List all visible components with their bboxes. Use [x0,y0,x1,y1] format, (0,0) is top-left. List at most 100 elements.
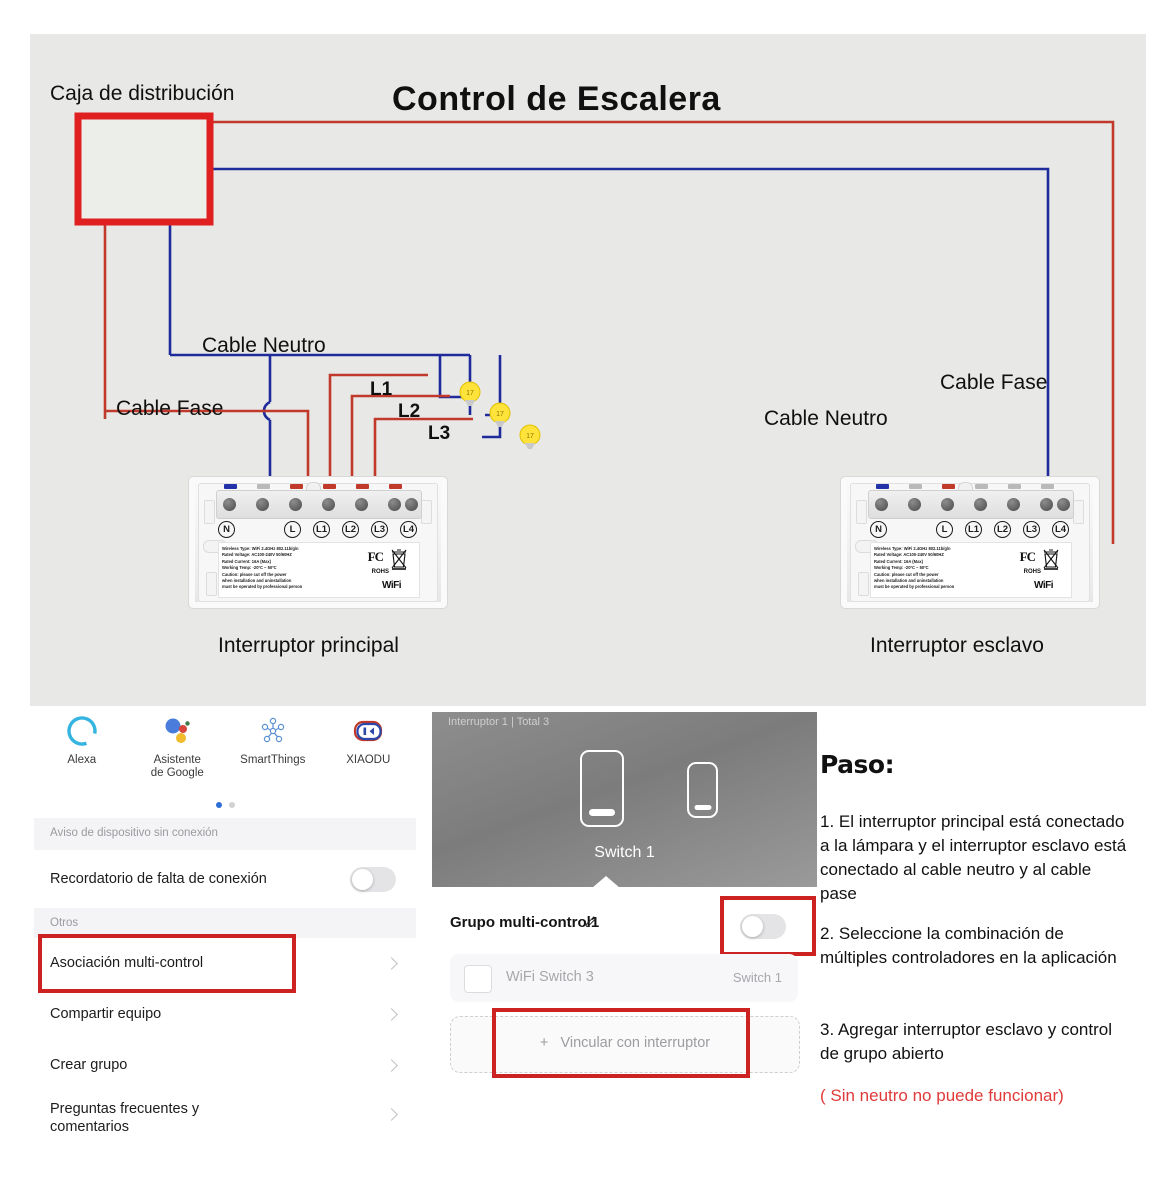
terminal-bar [216,484,422,519]
terminal-screw-3 [289,498,302,511]
wire-entry-l [942,484,955,489]
app-settings-panel: Alexa Asistente de Google SmartThings XI… [34,706,417,1143]
google-assistant-icon [160,714,194,748]
label-neutral-left: Cable Neutro [202,334,326,357]
wire-entry-blank1 [257,484,270,489]
section-header-label: Otros [50,917,79,929]
carousel-dots[interactable] [34,802,416,808]
switch-glyph-large[interactable] [580,750,624,827]
terminal-label-l: L [284,521,301,538]
step-1: 1. El interruptor principal está conecta… [820,812,1127,903]
label-phase-right: Cable Fase [940,371,1048,394]
edit-pencil-icon[interactable] [585,915,598,928]
multi-control-group-panel: Interruptor 1 | Total 3 Switch 1 Grupo m… [432,706,817,1140]
lamp-bulb-2: 17 [489,402,511,427]
lamp-label-2: L2 [398,401,421,422]
terminal-screw-6 [388,498,401,511]
integration-smartthings[interactable]: SmartThings [225,714,321,800]
wire-entry-l2 [1008,484,1021,489]
offline-reminder-toggle[interactable] [350,867,396,892]
step-2: 2. Seleccione la combinación de múltiple… [820,924,1117,967]
chevron-right-icon [385,1059,398,1072]
section-header-label: Aviso de dispositivo sin conexión [50,827,218,839]
lamp-label-3: L3 [428,423,451,444]
terminal-label-n: N [870,521,887,538]
svg-text:17: 17 [466,390,474,397]
chevron-right-icon [385,1108,398,1121]
terminal-label-l1: L1 [313,521,330,538]
terminal-screw-3 [941,498,954,511]
rohs-mark-icon: ROHS [371,569,389,575]
terminal-screw-2 [256,498,269,511]
device-thumbnail-icon [464,965,492,993]
hero-notch [592,876,620,888]
wire-entry-l3 [389,484,402,489]
integration-label: Alexa [67,754,97,766]
smartthings-icon [256,714,290,748]
integration-label: Asistente de Google [150,754,204,779]
menu-item-faq-feedback[interactable]: Preguntas frecuentes y comentarios [34,1091,416,1143]
row-offline-reminder[interactable]: Recordatorio de falta de conexión [34,850,416,909]
wifi-mark-icon: WiFi [381,580,402,591]
step-3: 3. Agregar interruptor esclavo y control… [820,1020,1112,1063]
integration-xiaodu[interactable]: XIAODU [321,714,417,800]
menu-item-create-group[interactable]: Crear grupo [34,1040,416,1092]
linked-device-card[interactable]: WiFi Switch 3 Switch 1 [450,954,798,1002]
terminal-screw-4 [974,498,987,511]
wire-entry-l3 [1041,484,1054,489]
highlight-box-multi-control [38,934,296,993]
terminal-screw-2 [908,498,921,511]
terminal-screw-4 [322,498,335,511]
rohs-mark-icon: ROHS [1023,569,1041,575]
terminal-screw-1 [875,498,888,511]
terminal-screw-7 [405,498,418,511]
lamp-bulb-1: 17 [459,381,481,406]
row-label: Crear grupo [50,1057,128,1073]
linked-device-name: WiFi Switch 3 [506,969,594,985]
wire-entry-l1 [323,484,336,489]
weee-bin-icon [1043,549,1059,570]
wifi-mark-icon: WiFi [1033,580,1054,591]
menu-item-share-device[interactable]: Compartir equipo [34,989,416,1041]
label-phase-left: Cable Fase [116,397,224,420]
highlight-box-group-toggle [720,896,816,956]
row-label: Compartir equipo [50,1006,162,1022]
terminal-label-l2: L2 [994,521,1011,538]
row-label: Preguntas frecuentes y comentarios [50,1101,200,1135]
mount-tab-left [204,500,215,524]
group-title: Grupo multi-control1 [450,914,600,931]
weee-bin-icon [391,549,407,570]
spec-text: Wireless Type: WiFi 2.4GHz 802.11b/g/n R… [222,546,303,590]
xiaodu-icon [351,714,385,748]
label-slave-switch: Interruptor esclavo [870,634,1044,657]
integration-alexa[interactable]: Alexa [34,714,130,800]
alexa-icon [65,714,99,748]
terminal-screw-7 [1057,498,1070,511]
spec-label: Wireless Type: WiFi 2.4GHz 802.11b/g/n R… [218,542,420,598]
steps-panel: Paso: 1. El interruptor principal está c… [820,706,1150,1140]
phase-wire-top [210,120,1115,537]
steps-heading: Paso: [820,750,895,779]
mount-tab-bottom [206,572,217,596]
lamp-label-1: L1 [370,379,393,400]
wiring-diagram-panel: 17 17 17 Control de Escalera Caja de dis… [30,34,1146,706]
wire-entry-n [876,484,889,489]
chevron-right-icon [385,1008,398,1021]
terminal-screw-5 [355,498,368,511]
terminal-label-l4: L4 [1052,521,1069,538]
hero-device-label: Switch 1 [594,844,655,861]
fc-mark-icon: FC [367,549,384,564]
integration-google-assistant[interactable]: Asistente de Google [130,714,226,800]
carousel-dot-1[interactable] [215,802,222,808]
slave-switch-device: N L L1 L2 L3 L4 Wireless Type: WiFi 2.4G… [840,476,1100,609]
label-main-switch: Interruptor principal [218,634,399,657]
label-neutral-right: Cable Neutro [764,407,888,430]
chevron-right-icon [385,957,398,970]
bottom-row: Alexa Asistente de Google SmartThings XI… [0,706,1176,1143]
terminal-screw-5 [1007,498,1020,511]
switch-glyph-small[interactable] [687,762,718,818]
distribution-box [74,112,214,226]
highlight-box-link-button [492,1008,750,1078]
carousel-dot-2[interactable] [228,802,235,808]
integration-label: XIAODU [346,754,391,766]
